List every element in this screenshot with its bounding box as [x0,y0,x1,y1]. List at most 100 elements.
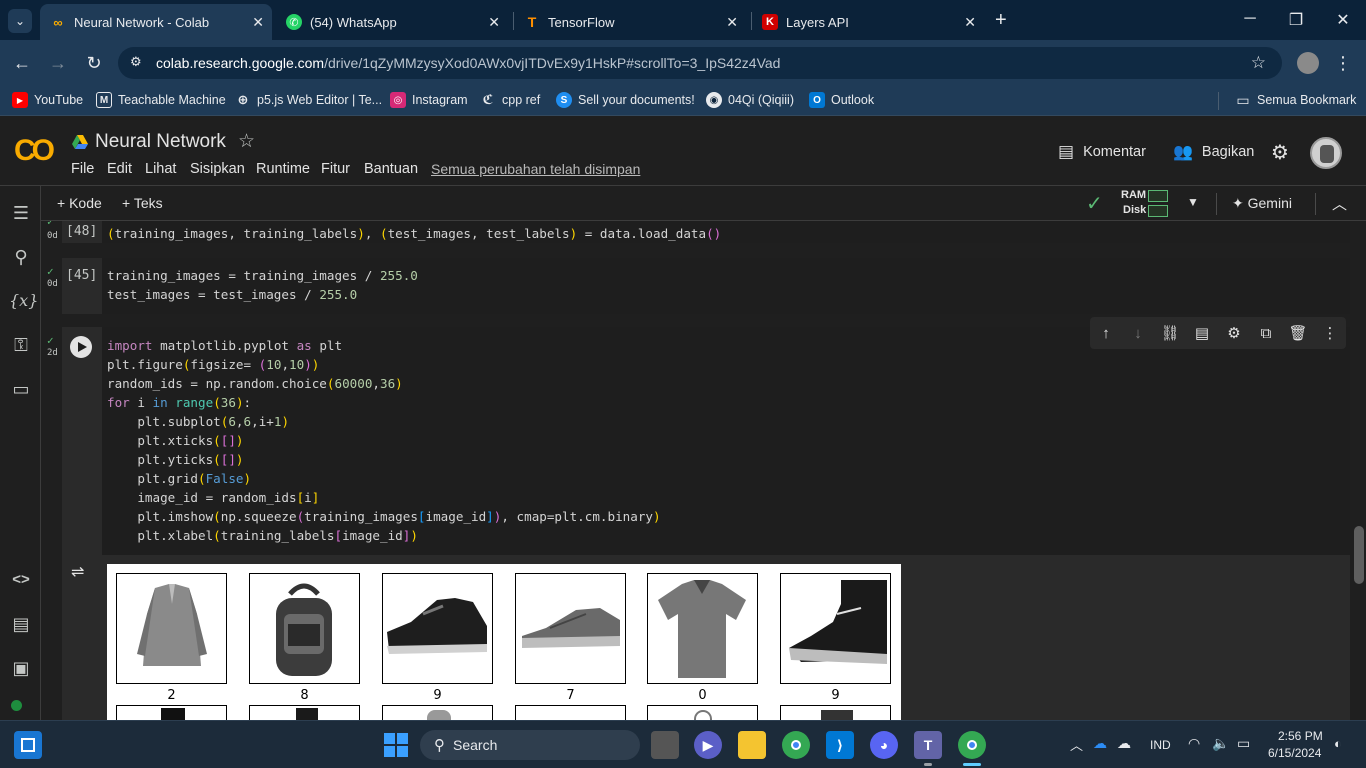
variables-icon[interactable]: {x} [9,289,38,313]
meet-icon[interactable]: ▶ [694,731,722,759]
clock-date[interactable]: 6/15/2024 [1268,746,1321,760]
show-hidden-icons[interactable]: ︿ [1070,735,1083,754]
bookmark-cpp-ref[interactable]: ℭcpp ref [480,92,541,108]
close-icon[interactable]: ✕ [488,14,500,31]
file-explorer-icon[interactable] [738,731,766,759]
menu-tools[interactable]: Fitur [321,161,350,177]
chrome-icon[interactable] [782,731,810,759]
output-actions-icon[interactable]: ⇌ [71,562,84,582]
profile-avatar[interactable] [1297,52,1319,74]
all-bookmarks-folder[interactable]: ▭ Semua Bookmark [1235,92,1356,108]
chrome-profile-icon[interactable] [958,731,986,759]
move-up-icon[interactable]: ↑ [1095,325,1117,342]
close-icon[interactable]: ✕ [252,14,264,31]
menu-insert[interactable]: Sisipkan [190,161,245,177]
bookmark-instagram[interactable]: ◎ Instagram [390,92,468,108]
run-cell-button[interactable] [70,336,92,358]
vscode-icon[interactable]: ⟩ [826,731,854,759]
code-editor[interactable]: training_images = training_images / 255.… [102,258,1350,314]
code-editor[interactable]: import matplotlib.pyplot as plt plt.figu… [102,327,1350,555]
star-icon[interactable]: ☆ [238,130,255,153]
gemini-button[interactable]: ✦ Gemini [1232,195,1292,212]
reload-icon[interactable]: ↻ [84,53,104,73]
code-cell[interactable]: import matplotlib.pyplot as plt plt.figu… [62,317,1350,555]
windows-start-icon[interactable] [382,731,410,759]
code-cell[interactable]: [48] (training_images, training_labels),… [62,221,1350,243]
task-view-icon[interactable] [651,731,679,759]
volume-icon[interactable]: 🔈 [1212,735,1229,752]
files-folder-icon[interactable]: ▭ [9,377,33,401]
save-status[interactable]: Semua perubahan telah disimpan [431,161,640,177]
comment-button[interactable]: ▤ Komentar [1058,142,1146,162]
language-indicator[interactable]: IND [1150,738,1171,752]
notifications-icon[interactable]: ◐ [1334,736,1342,751]
site-info-icon[interactable]: ⚙ [130,54,142,70]
tab-tensorflow[interactable]: T TensorFlow ✕ [514,4,746,40]
menu-view[interactable]: Lihat [145,161,176,177]
bookmarks-bar: ▶ YouTube M Teachable Machine ⊕ p5.js Web E… [0,86,1366,116]
code-snippets-icon[interactable]: <> [9,568,33,592]
bookmark-p5js[interactable]: ⊕ p5.js Web Editor | Te... [235,92,383,108]
close-icon[interactable]: ✕ [726,14,738,31]
onedrive-icon[interactable]: ☁ [1093,735,1107,752]
minimize-icon[interactable]: ─ [1240,10,1260,28]
add-code-button[interactable]: + Kode [57,195,102,211]
more-options-icon[interactable]: ⋮ [1319,324,1341,342]
user-avatar[interactable] [1310,137,1342,169]
bookmark-youtube[interactable]: ▶ YouTube [12,92,83,108]
clock-time[interactable]: 2:56 PM [1278,729,1323,743]
add-text-button[interactable]: + Teks [122,195,163,211]
restore-icon[interactable]: ❐ [1286,10,1306,30]
tab-whatsapp[interactable]: ✆ (54) WhatsApp ✕ [276,4,508,40]
code-editor[interactable]: (training_images, training_labels), (tes… [102,221,1350,243]
notebook-scrollbar[interactable] [1354,526,1364,584]
menu-edit[interactable]: Edit [107,161,132,177]
wifi-icon[interactable]: ◠ [1188,735,1200,752]
execution-count: [45] [66,268,98,283]
runtime-dropdown-icon[interactable]: ▼ [1187,195,1199,209]
mirror-cell-icon[interactable]: ⧉ [1255,325,1277,342]
browser-menu-icon[interactable]: ⋮ [1333,53,1353,73]
search-icon[interactable]: ⚲ [9,245,33,269]
collapse-header-icon[interactable]: ︿ [1332,193,1347,214]
colab-logo[interactable]: CO [14,134,55,168]
move-down-icon[interactable]: ↓ [1127,325,1149,342]
bookmark-outlook[interactable]: O Outlook [809,92,874,108]
menu-help[interactable]: Bantuan [364,161,418,177]
command-palette-icon[interactable]: ▤ [9,612,33,636]
table-of-contents-icon[interactable]: ☰ [9,201,33,225]
address-bar[interactable]: ⚙ colab.research.google.com/drive/1qZyMM… [118,47,1282,79]
taskbar-search[interactable]: ⚲ Search [420,730,640,760]
bookmark-github[interactable]: ◉ 04Qi (Qiqiii) [706,92,794,108]
outlook-icon: O [809,92,825,108]
terminal-icon[interactable]: ▣ [9,656,33,680]
link-icon[interactable]: ⛓ [1159,324,1181,342]
new-tab-button[interactable]: + [995,9,1007,32]
bookmark-star-icon[interactable]: ☆ [1251,53,1266,73]
close-icon[interactable]: ✕ [964,14,976,31]
discord-icon[interactable]: ◕ [870,731,898,759]
menu-file[interactable]: File [71,161,94,177]
menu-runtime[interactable]: Runtime [256,161,310,177]
bookmark-teachable-machine[interactable]: M Teachable Machine [96,92,226,108]
tab-neural-network[interactable]: ∞ Neural Network - Colab ✕ [40,4,272,40]
back-icon[interactable]: ← [12,53,32,73]
widgets-icon[interactable] [14,731,42,759]
notebook-title[interactable]: Neural Network [95,131,226,153]
bookmark-sell-documents[interactable]: S Sell your documents! [556,92,695,108]
comment-icon[interactable]: ▤ [1191,324,1213,342]
close-window-icon[interactable]: ✕ [1333,10,1353,30]
resource-monitor[interactable]: RAM Disk [1118,188,1178,220]
share-button[interactable]: 👥 Bagikan [1173,142,1254,162]
battery-icon[interactable]: ▭ [1237,735,1250,752]
onedrive-personal-icon[interactable]: ☁ [1117,735,1131,752]
delete-icon[interactable]: 🗑 [1287,324,1309,342]
settings-gear-icon[interactable]: ⚙ [1271,140,1289,165]
tab-search-button[interactable]: ⌄ [8,9,32,33]
teams-icon[interactable]: T [914,731,942,759]
code-cell[interactable]: [45] training_images = training_images /… [62,258,1350,314]
tab-layers-api[interactable]: K Layers API ✕ [752,4,984,40]
forward-icon[interactable]: → [48,53,68,73]
secrets-key-icon[interactable]: ⚿ [9,333,33,357]
cell-settings-icon[interactable]: ⚙ [1223,324,1245,342]
